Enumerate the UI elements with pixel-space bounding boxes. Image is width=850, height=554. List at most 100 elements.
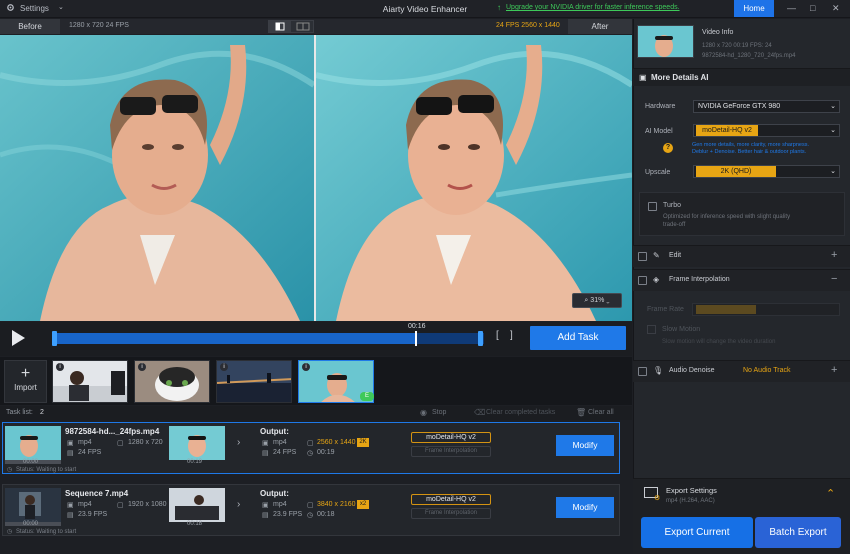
info-icon[interactable]: i <box>220 363 228 371</box>
slow-motion-label: Slow Motion <box>662 326 701 333</box>
model-description-line2: Deblur + Denoise. Better hair & outdoor … <box>692 149 807 155</box>
resolution-tag: 2K <box>357 438 369 447</box>
upscale-select[interactable]: 2K (QHD) ⌄ <box>693 165 840 178</box>
collapse-icon[interactable]: − <box>831 273 837 285</box>
clear-all-button[interactable]: Clear all <box>588 409 614 416</box>
ai-model-select[interactable]: moDetail-HQ v2 ⌄ <box>693 124 840 137</box>
task-name: Sequence 7.mp4 <box>65 489 129 498</box>
thumb-time: 00:00 <box>23 521 39 527</box>
zoom-control[interactable]: ⌕ 31% ⌄ <box>572 293 622 308</box>
more-details-label: More Details AI <box>651 73 709 82</box>
minimize-icon[interactable]: — <box>787 3 796 13</box>
double-chevron-up-icon[interactable]: ⌃ <box>826 487 835 500</box>
task-fps: 24 FPS <box>78 449 102 456</box>
more-details-header[interactable]: ▣ More Details AI <box>633 68 850 86</box>
broom-icon[interactable]: ⌫ <box>474 408 485 417</box>
edit-checkbox[interactable] <box>638 252 647 261</box>
slow-motion-checkbox <box>647 325 656 334</box>
turbo-label: Turbo <box>663 202 682 209</box>
trim-end-handle[interactable] <box>478 331 483 346</box>
chevron-right-icon: › <box>237 499 241 510</box>
audio-denoise-section[interactable]: 🎙 Audio Denoise No Audio Track + <box>633 360 850 382</box>
expand-icon[interactable]: + <box>831 364 837 376</box>
frame-rate-select <box>692 303 840 316</box>
ai-model-tag: moDetail-HQ v2 <box>411 432 491 443</box>
model-description-line1: Gen more details, more clarity, more sha… <box>692 142 809 148</box>
play-button[interactable] <box>10 329 26 349</box>
export-current-button[interactable]: Export Current <box>641 517 753 548</box>
hardware-select[interactable]: NVIDIA GeForce GTX 980 ⌄ <box>693 100 840 113</box>
import-label: Import <box>14 383 37 392</box>
task-resolution: 1920 x 1080 <box>128 501 167 508</box>
task-name: 9872584-hd..._24fps.mp4 <box>65 427 160 436</box>
split-view-icon[interactable] <box>269 21 291 32</box>
frame-interpolation-checkbox[interactable] <box>638 276 647 285</box>
trim-start-handle[interactable] <box>52 331 57 346</box>
stop-icon[interactable]: ◉ <box>420 408 427 417</box>
mark-in-icon[interactable]: [ <box>496 330 499 341</box>
info-icon[interactable]: i <box>302 363 310 371</box>
clear-completed-button[interactable]: Clear completed tasks <box>486 409 555 416</box>
task-status: Status: Waiting to start <box>16 467 77 473</box>
task-list-label: Task list: <box>6 409 33 416</box>
task-row[interactable]: 00:00 Sequence 7.mp4 ▣ mp4 ▢ 1920 x 1080… <box>2 484 620 536</box>
info-icon[interactable]: i <box>56 363 64 371</box>
side-by-side-icon[interactable] <box>292 21 314 32</box>
before-info: 1280 x 720 24 FPS <box>69 22 129 29</box>
upgrade-driver-link[interactable]: Upgrade your NVIDIA driver for faster in… <box>506 4 680 11</box>
resolution-tag: x2 <box>357 500 369 509</box>
close-icon[interactable]: ✕ <box>832 3 840 14</box>
output-format: mp4 <box>273 501 287 508</box>
trash-icon[interactable]: 🗑 <box>576 408 586 417</box>
compare-view-toggle[interactable] <box>268 20 314 33</box>
help-icon[interactable]: ? <box>663 143 673 153</box>
hardware-value: NVIDIA GeForce GTX 980 <box>698 103 781 110</box>
audio-denoise-label: Audio Denoise <box>669 367 715 374</box>
after-label: After <box>568 19 632 34</box>
info-icon[interactable]: i <box>138 363 146 371</box>
enhanced-badge: E <box>360 392 374 401</box>
task-row[interactable]: 00:00 9872584-hd..._24fps.mp4 ▣ mp4 ▢ 12… <box>2 422 620 474</box>
chevron-down-icon: ⌄ <box>830 168 836 175</box>
thumb-time: 00:00 <box>23 459 39 465</box>
export-settings-label[interactable]: Export Settings <box>666 486 717 495</box>
mark-out-icon[interactable]: ] <box>510 330 513 341</box>
batch-export-button[interactable]: Batch Export <box>755 517 841 548</box>
turbo-checkbox[interactable] <box>648 202 657 211</box>
current-time: 00:16 <box>408 323 426 330</box>
edit-section[interactable]: ✎ Edit + <box>633 245 850 267</box>
output-label: Output: <box>260 427 289 436</box>
compare-divider[interactable] <box>314 35 316 321</box>
title-bar: Settings ⌄ Aiarty Video Enhancer Upgrade… <box>0 0 850 18</box>
arrow-up-icon: ↑ <box>497 3 501 12</box>
modify-button[interactable]: Modify <box>556 497 614 518</box>
import-button[interactable]: + Import <box>4 360 47 403</box>
output-preview <box>169 426 225 460</box>
clock-icon: ◷ <box>307 450 314 457</box>
timeline-track[interactable] <box>52 333 484 344</box>
ai-chip-icon: ▣ <box>639 73 647 82</box>
fps-icon: ▤ <box>262 512 269 519</box>
frame-interpolation-section[interactable]: ◈ Frame Interpolation − <box>633 269 850 291</box>
no-audio-status: No Audio Track <box>743 367 791 374</box>
clock-icon: ◷ <box>307 512 314 519</box>
expand-icon[interactable]: + <box>831 249 837 261</box>
hardware-label: Hardware <box>645 103 676 110</box>
export-format: mp4 (H.264, AAC) <box>666 498 715 504</box>
timeline-progress <box>52 333 415 344</box>
maximize-icon[interactable]: □ <box>810 3 815 13</box>
status-icon: ◷ <box>7 467 13 473</box>
playhead[interactable] <box>414 331 417 346</box>
task-thumbnail <box>5 426 61 460</box>
home-button[interactable]: Home <box>734 0 774 17</box>
task-resolution: 1280 x 720 <box>128 439 163 446</box>
video-info-filename: 9872584-hd_1280_720_24fps.mp4 <box>702 53 796 59</box>
output-fps: 24 FPS <box>273 449 297 456</box>
output-duration: 00:18 <box>317 511 335 518</box>
audio-denoise-checkbox[interactable] <box>638 367 647 376</box>
add-task-button[interactable]: Add Task <box>530 326 626 350</box>
modify-button[interactable]: Modify <box>556 435 614 456</box>
format-icon: ▣ <box>67 502 74 509</box>
task-count: 2 <box>40 409 44 416</box>
stop-button[interactable]: Stop <box>432 409 446 416</box>
